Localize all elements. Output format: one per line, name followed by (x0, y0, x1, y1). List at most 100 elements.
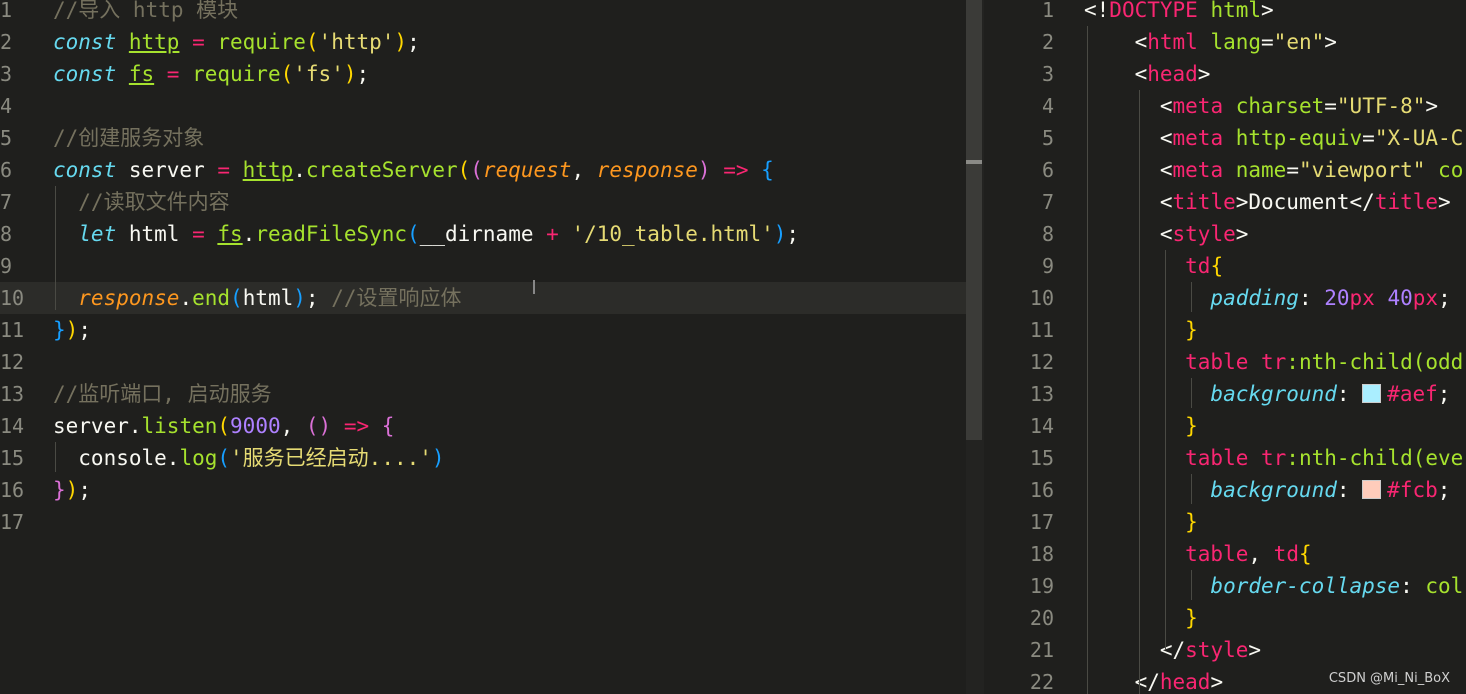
code-token: ( (217, 446, 231, 470)
code-token: table (1084, 542, 1249, 566)
indent-guide (1087, 26, 1088, 694)
code-text: //监听端口, 启动服务 (53, 378, 272, 410)
color-swatch-icon[interactable] (1362, 480, 1382, 499)
code-line[interactable]: 2 <html lang="en"> (984, 26, 1466, 58)
code-line[interactable]: 16 background: #fcb; (984, 474, 1466, 506)
code-line[interactable]: 7 <title>Document</title> (984, 186, 1466, 218)
code-token: ) (293, 286, 306, 310)
code-line[interactable]: 9 (0, 250, 966, 282)
code-line[interactable]: 5 <meta http-equiv="X-UA-C (984, 122, 1466, 154)
code-token: ) (343, 62, 357, 86)
code-token: table tr (1084, 350, 1287, 374)
code-line[interactable]: 8 let html = fs.readFileSync(__dirname +… (0, 218, 966, 250)
line-number: 13 (1029, 382, 1054, 406)
code-token: server. (53, 414, 142, 438)
line-number: 6 (1041, 158, 1054, 182)
code-line[interactable]: 7 //读取文件内容 (0, 186, 966, 218)
code-token: > (1248, 638, 1262, 662)
code-token: //创建服务对象 (53, 126, 205, 150)
code-text: response.end(html); //设置响应体 (53, 282, 461, 314)
line-number: 11 (0, 318, 25, 342)
line-number: 20 (1029, 606, 1054, 630)
code-text: td{ (1084, 250, 1223, 282)
code-line[interactable]: 17 (0, 506, 966, 538)
indent-guide (1139, 90, 1140, 694)
code-token: http (242, 158, 294, 182)
code-line[interactable]: 21 </style> (984, 634, 1466, 666)
code-token: name (1223, 158, 1287, 182)
code-line[interactable]: 10 response.end(html); //设置响应体 (0, 282, 966, 314)
code-token: > (1261, 0, 1274, 22)
code-text: } (1084, 410, 1198, 442)
code-line[interactable]: 10 padding: 20px 40px; (984, 282, 1466, 314)
code-text: </style> (1084, 634, 1261, 666)
code-token: const (53, 158, 129, 182)
color-swatch-icon[interactable] (1362, 384, 1382, 403)
code-line[interactable]: 2 const http = require('http'); (0, 26, 966, 58)
code-text: }); (53, 314, 91, 346)
code-line[interactable]: 11}); (0, 314, 966, 346)
line-number: 14 (0, 414, 25, 438)
code-token: DOCTYPE (1109, 0, 1198, 22)
indent-guide (1191, 378, 1192, 408)
code-line[interactable]: 4 <meta charset="UTF-8"> (984, 90, 1466, 122)
code-line[interactable]: 16}); (0, 474, 966, 506)
code-line[interactable]: 3 <head> (984, 58, 1466, 90)
scrollbar-cursor-marker (966, 160, 982, 164)
code-text: <head> (1084, 58, 1211, 90)
code-token: ; (78, 318, 91, 342)
code-token: > (1425, 94, 1439, 118)
left-editor-scrollbar[interactable] (966, 0, 982, 440)
code-line[interactable]: 1 <!DOCTYPE html> (984, 0, 1466, 26)
code-token: background (1084, 478, 1337, 502)
code-line[interactable]: 6 <meta name="viewport" co (984, 154, 1466, 186)
code-line[interactable]: 13 //监听端口, 启动服务 (0, 378, 966, 410)
code-line[interactable]: 15 table tr:nth-child(eve (984, 442, 1466, 474)
code-line[interactable]: 19 border-collapse: col (984, 570, 1466, 602)
code-token: => (710, 158, 762, 182)
code-line[interactable]: 20 } (984, 602, 1466, 634)
line-number: 5 (1041, 126, 1054, 150)
line-number: 7 (0, 190, 13, 214)
code-line[interactable]: 18 table, td{ (984, 538, 1466, 570)
code-token: "X-UA-C (1374, 126, 1464, 150)
code-line[interactable]: 5 //创建服务对象 (0, 122, 966, 154)
code-line[interactable]: 8 <style> (984, 218, 1466, 250)
code-token: { (381, 414, 395, 438)
line-number: 5 (0, 126, 13, 150)
code-text: //创建服务对象 (53, 122, 204, 154)
code-line[interactable]: 17 } (984, 506, 1466, 538)
code-token: = (1261, 30, 1274, 54)
code-line[interactable]: 12 table tr:nth-child(odd (984, 346, 1466, 378)
code-token: < (1084, 62, 1148, 86)
code-text: }); (53, 474, 91, 506)
code-token: readFileSync (255, 222, 408, 246)
indent-guide (1165, 250, 1166, 650)
left-editor-pane[interactable]: 1//导入 http 模块 2 const http = require('http… (0, 0, 966, 694)
code-line[interactable]: 9 td{ (984, 250, 1466, 282)
code-line[interactable]: 4 (0, 90, 966, 122)
code-token: //监听端口, 启动服务 (53, 382, 272, 406)
code-line[interactable]: 12 (0, 346, 966, 378)
code-token: title (1374, 190, 1439, 214)
line-number: 16 (1029, 478, 1054, 502)
code-line[interactable]: 6 const server = http.createServer((reque… (0, 154, 966, 186)
code-text: <meta http-equiv="X-UA-C (1084, 122, 1464, 154)
line-number: 4 (0, 94, 13, 118)
code-line[interactable]: 11 } (984, 314, 1466, 346)
code-token: , (1248, 542, 1274, 566)
code-line[interactable]: 13 background: #aef; (984, 378, 1466, 410)
code-token: co (1425, 158, 1464, 182)
right-editor-pane[interactable]: 1 <!DOCTYPE html> 2 <html lang="en"> 3 <hea… (984, 0, 1466, 694)
code-line[interactable]: 14 server.listen(9000, () => { (0, 410, 966, 442)
code-token: = (1362, 126, 1375, 150)
line-number: 6 (0, 158, 13, 182)
code-token: ; (356, 62, 370, 86)
code-line[interactable]: 3 const fs = require('fs'); (0, 58, 966, 90)
code-line[interactable]: 15 console.log('服务已经启动....') (0, 442, 966, 474)
code-line[interactable]: 1 //导入 http 模块 (0, 0, 966, 26)
code-line[interactable]: 14 } (984, 410, 1466, 442)
code-token: { (1210, 254, 1224, 278)
code-token: log (179, 446, 218, 470)
code-token: ; (1438, 286, 1451, 310)
